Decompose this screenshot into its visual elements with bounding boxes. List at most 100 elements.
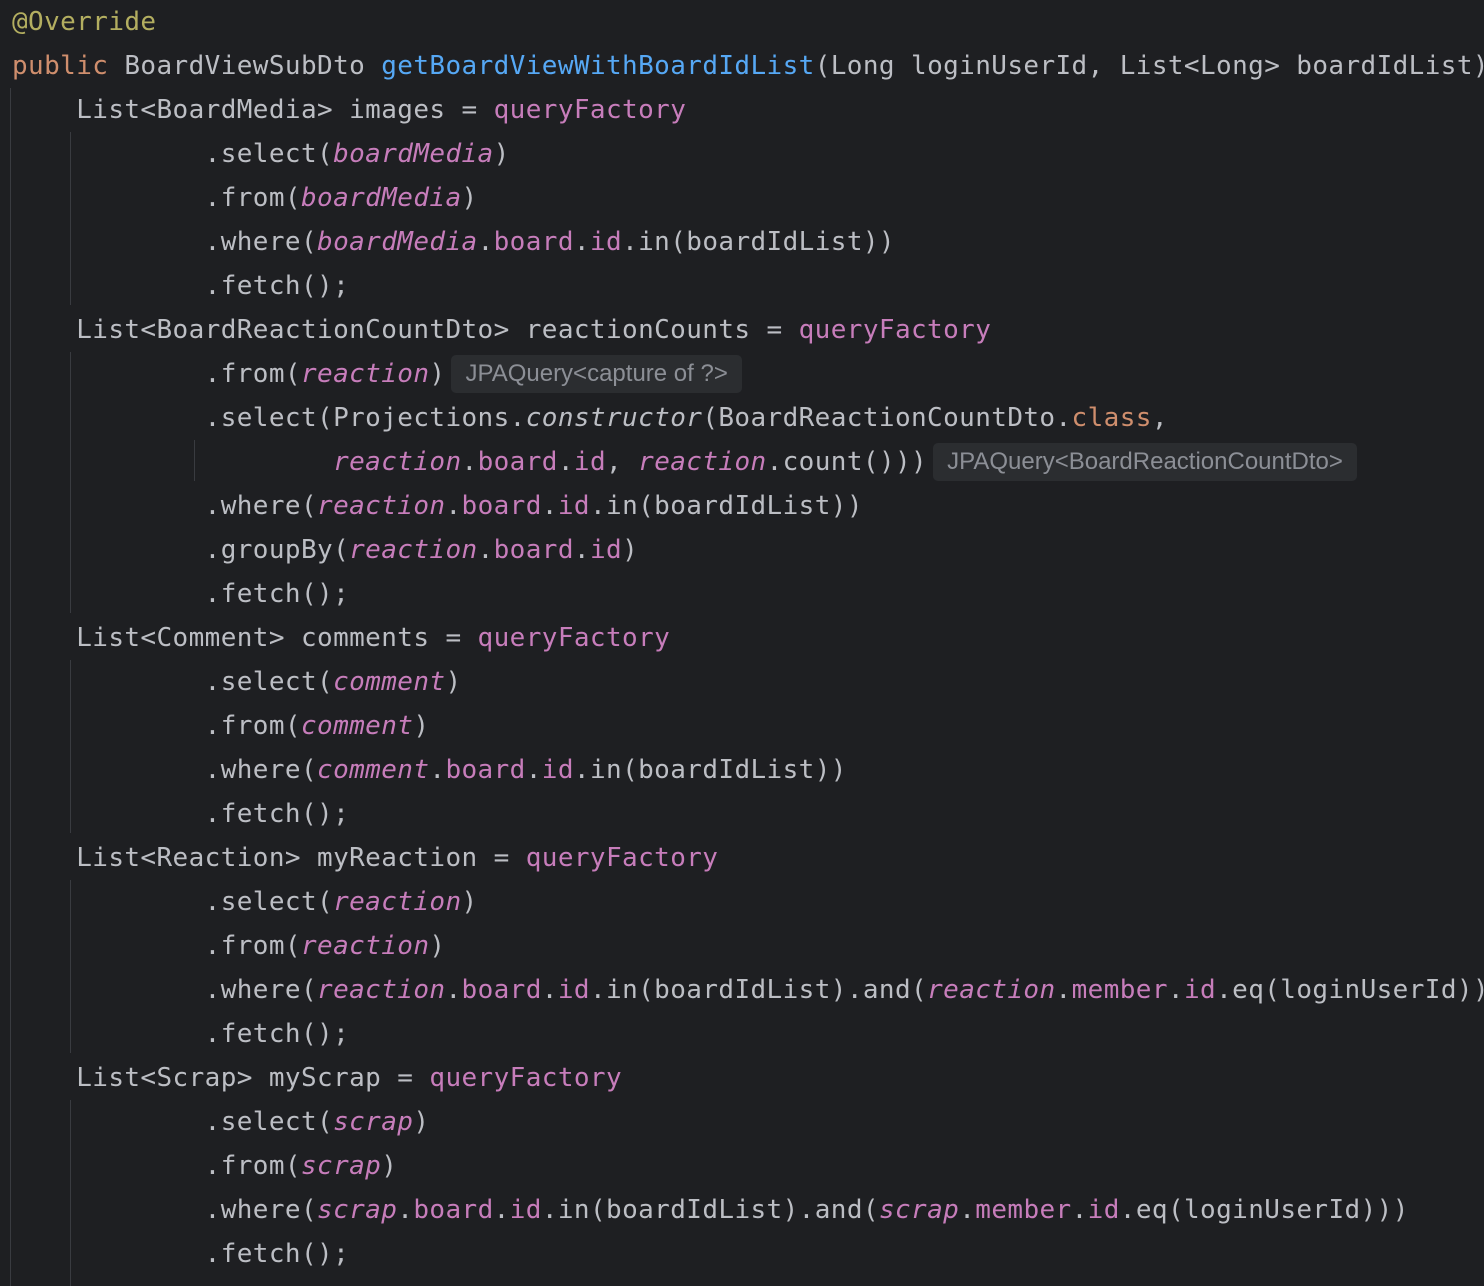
code-line[interactable]: List<Scrap> myScrap = queryFactory bbox=[12, 1056, 622, 1100]
code-line[interactable]: .from(reaction) JPAQuery<capture of ?> bbox=[12, 352, 742, 396]
code-line[interactable]: public BoardViewSubDto getBoardViewWithB… bbox=[12, 44, 1484, 88]
code-token: .groupBy( bbox=[12, 535, 350, 565]
code-token: .in(boardIdList)) bbox=[589, 491, 863, 521]
code-token-field-italic: comment bbox=[300, 711, 414, 741]
code-line[interactable]: List<BoardMedia> images = queryFactory bbox=[12, 88, 686, 132]
code-token: .from( bbox=[12, 183, 301, 213]
code-token: .where( bbox=[12, 491, 318, 521]
code-token-field-italic: boardMedia bbox=[317, 227, 478, 257]
code-token-field-italic: boardMedia bbox=[300, 183, 462, 213]
code-token-field: id bbox=[1087, 1195, 1120, 1225]
code-token: ) bbox=[429, 359, 446, 389]
code-line[interactable]: List<Comment> comments = queryFactory bbox=[12, 616, 670, 660]
code-token: . bbox=[557, 447, 574, 477]
code-token: , bbox=[1151, 403, 1168, 433]
code-token-field: id bbox=[557, 975, 590, 1005]
type-inlay-hint: JPAQuery<capture of ?> bbox=[451, 355, 742, 393]
code-token: .where( bbox=[12, 1195, 318, 1225]
code-token: . bbox=[445, 975, 462, 1005]
code-token: ) bbox=[429, 931, 446, 961]
code-token: ) bbox=[381, 1151, 398, 1181]
code-token: .select( bbox=[12, 1107, 334, 1137]
code-token: (BoardReactionCountDto. bbox=[702, 403, 1072, 433]
code-line[interactable]: .groupBy(reaction.board.id) bbox=[12, 528, 638, 572]
code-token: .count())) bbox=[766, 447, 928, 477]
code-token: .eq(loginUserId))) bbox=[1119, 1195, 1409, 1225]
code-token: . bbox=[1071, 1195, 1088, 1225]
code-token: .in(boardIdList)) bbox=[573, 755, 847, 785]
code-token: . bbox=[1167, 975, 1184, 1005]
code-token: .fetch(); bbox=[12, 1239, 350, 1269]
code-line[interactable]: .where(scrap.board.id.in(boardIdList).an… bbox=[12, 1188, 1409, 1232]
code-token: .fetch(); bbox=[12, 579, 350, 609]
code-token-field: id bbox=[509, 1195, 542, 1225]
code-token-annotation: @Override bbox=[12, 7, 157, 37]
code-token: . bbox=[477, 227, 494, 257]
code-token: . bbox=[541, 491, 558, 521]
code-token: .from( bbox=[12, 359, 301, 389]
code-token-field: board bbox=[461, 975, 542, 1005]
code-line[interactable]: @Override bbox=[12, 0, 156, 44]
code-line[interactable]: .from(comment) bbox=[12, 704, 429, 748]
code-token: ) bbox=[445, 667, 462, 697]
code-token: . bbox=[959, 1195, 976, 1225]
code-line[interactable]: .fetch(); bbox=[12, 572, 349, 616]
code-token: . bbox=[477, 535, 494, 565]
code-token-field: board bbox=[493, 227, 574, 257]
code-line[interactable]: .from(scrap) bbox=[12, 1144, 397, 1188]
code-token-field: queryFactory bbox=[798, 315, 992, 345]
code-token: .from( bbox=[12, 1151, 301, 1181]
code-token: .fetch(); bbox=[12, 271, 350, 301]
code-token: List<Scrap> myScrap = bbox=[12, 1063, 430, 1093]
code-token-field-italic: scrap bbox=[317, 1195, 398, 1225]
code-token: .fetch(); bbox=[12, 1019, 350, 1049]
code-line[interactable]: reaction.board.id, reaction.count())) JPA… bbox=[12, 440, 1357, 484]
code-token: . bbox=[573, 227, 590, 257]
code-line[interactable]: .where(reaction.board.id.in(boardIdList)… bbox=[12, 968, 1484, 1012]
code-token: ) bbox=[413, 1107, 430, 1137]
code-line[interactable]: .from(boardMedia) bbox=[12, 176, 478, 220]
code-token: . bbox=[525, 755, 542, 785]
code-token-field-italic: comment bbox=[333, 667, 446, 697]
code-line[interactable]: .where(boardMedia.board.id.in(boardIdLis… bbox=[12, 220, 895, 264]
code-token: . bbox=[493, 1195, 510, 1225]
code-token-field: queryFactory bbox=[525, 843, 719, 873]
code-token: .where( bbox=[12, 975, 318, 1005]
code-line[interactable]: .from(reaction) bbox=[12, 924, 445, 968]
type-inlay-hint: JPAQuery<BoardReactionCountDto> bbox=[933, 443, 1357, 481]
code-line[interactable]: List<Reaction> myReaction = queryFactory bbox=[12, 836, 718, 880]
code-token-field: queryFactory bbox=[477, 623, 671, 653]
code-line[interactable]: .where(comment.board.id.in(boardIdList)) bbox=[12, 748, 847, 792]
code-token-field: id bbox=[573, 447, 607, 477]
code-line[interactable]: .fetch(); bbox=[12, 1232, 349, 1276]
code-line[interactable]: .select(comment) bbox=[12, 660, 462, 704]
code-line[interactable]: .select(boardMedia) bbox=[12, 132, 510, 176]
code-line[interactable]: .fetch(); bbox=[12, 792, 349, 836]
code-line[interactable]: .where(reaction.board.id.in(boardIdList)… bbox=[12, 484, 863, 528]
code-line[interactable]: .select(reaction) bbox=[12, 880, 478, 924]
code-token-field: id bbox=[589, 535, 623, 565]
code-token-field: id bbox=[557, 491, 590, 521]
code-line[interactable]: .fetch(); bbox=[12, 264, 349, 308]
code-token-field-italic: reaction bbox=[349, 535, 478, 565]
code-token: ) bbox=[622, 535, 639, 565]
code-line[interactable]: .select(Projections.constructor(BoardRea… bbox=[12, 396, 1168, 440]
code-token: List<BoardMedia> images = bbox=[12, 95, 494, 125]
code-token-field: queryFactory bbox=[493, 95, 687, 125]
code-line[interactable]: .fetch(); bbox=[12, 1012, 349, 1056]
code-token-field: id bbox=[1183, 975, 1217, 1005]
code-token: .from( bbox=[12, 711, 301, 741]
code-token: List<Comment> comments = bbox=[12, 623, 478, 653]
code-line[interactable]: .select(scrap) bbox=[12, 1100, 429, 1144]
code-line[interactable]: List<BoardReactionCountDto> reactionCoun… bbox=[12, 308, 991, 352]
code-token: ) bbox=[461, 183, 478, 213]
code-token-field: board bbox=[445, 755, 526, 785]
code-token-field: board bbox=[493, 535, 574, 565]
code-token: . bbox=[541, 975, 558, 1005]
code-token-italic: constructor bbox=[525, 403, 703, 433]
code-token-field: id bbox=[541, 755, 574, 785]
code-token: .in(boardIdList)) bbox=[622, 227, 895, 257]
code-token-keyword: public bbox=[12, 51, 109, 81]
code-editor[interactable]: @Override public BoardViewSubDto getBoard… bbox=[0, 0, 1484, 1286]
code-token: .in(boardIdList).and( bbox=[589, 975, 928, 1005]
